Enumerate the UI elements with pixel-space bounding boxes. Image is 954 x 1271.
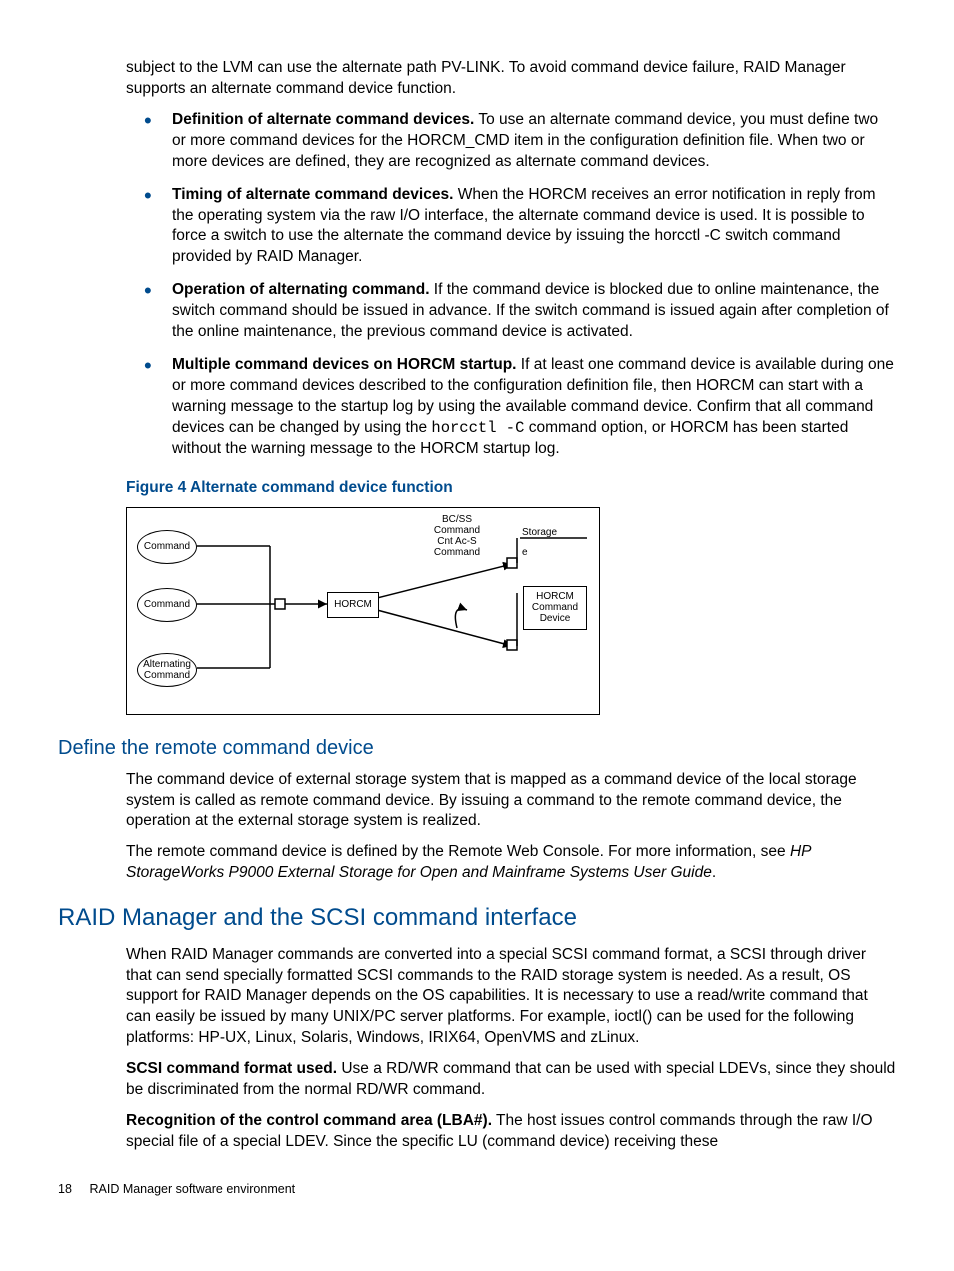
h2-remote: Define the remote command device	[58, 735, 896, 762]
figure-diagram: Command Command Alternating Command HORC…	[126, 507, 600, 715]
p-remote1: The command device of external storage s…	[126, 770, 896, 833]
scsi2-title: SCSI command format used.	[126, 1060, 337, 1077]
bullet-title: Definition of alternate command devices.	[172, 111, 474, 128]
page-number: 18	[58, 1181, 86, 1198]
storage-line	[127, 508, 599, 714]
bullet-title: Timing of alternate command devices.	[172, 186, 453, 203]
p-scsi3: Recognition of the control command area …	[126, 1111, 896, 1153]
h1-scsi: RAID Manager and the SCSI command interf…	[58, 902, 896, 934]
list-item: Definition of alternate command devices.…	[144, 110, 896, 173]
list-item: Operation of alternating command. If the…	[144, 280, 896, 343]
bullet-list: Definition of alternate command devices.…	[126, 110, 896, 460]
figure-caption: Figure 4 Alternate command device functi…	[126, 478, 896, 499]
list-item: Timing of alternate command devices. Whe…	[144, 185, 896, 269]
page-footer: 18 RAID Manager software environment	[58, 1181, 896, 1198]
p-scsi1: When RAID Manager commands are converted…	[126, 945, 896, 1050]
bullet-title: Multiple command devices on HORCM startu…	[172, 356, 517, 373]
list-item: Multiple command devices on HORCM startu…	[144, 355, 896, 460]
p-scsi2: SCSI command format used. Use a RD/WR co…	[126, 1059, 896, 1101]
code-text: horcctl -C	[431, 419, 524, 437]
intro-paragraph: subject to the LVM can use the alternate…	[126, 58, 896, 100]
bullet-title: Operation of alternating command.	[172, 281, 430, 298]
footer-title: RAID Manager software environment	[89, 1182, 295, 1196]
scsi3-title: Recognition of the control command area …	[126, 1112, 492, 1129]
p-remote2: The remote command device is defined by …	[126, 842, 896, 884]
